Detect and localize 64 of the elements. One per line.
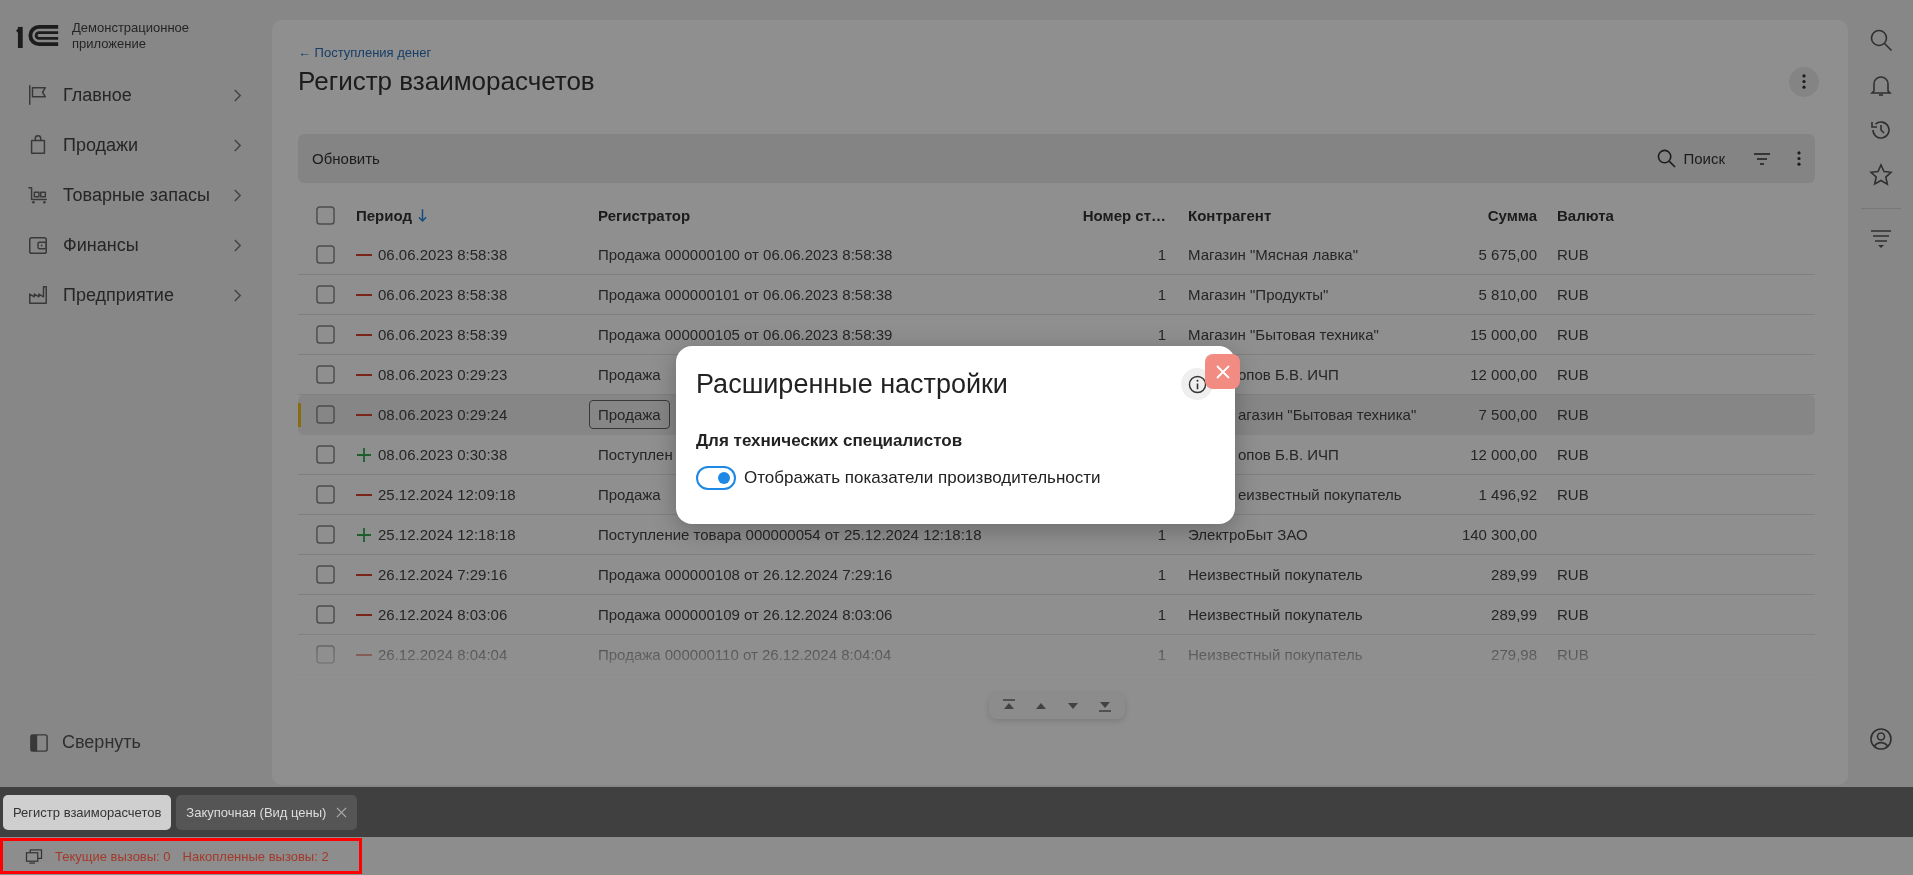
table-cell: опов Б.В. ИЧП <box>1238 446 1339 463</box>
table-cell: 5 810,00 <box>1478 286 1537 303</box>
table-cell: 06.06.2023 8:58:38 <box>378 246 508 263</box>
table-cell: еизвестный покупатель <box>1238 486 1402 503</box>
table-cell: 1 496,92 <box>1478 486 1537 503</box>
table-cell: 1 <box>1157 246 1166 263</box>
table-cell: Неизвестный покупатель <box>1188 606 1363 623</box>
table-cell: 279,98 <box>1491 646 1537 663</box>
table-cell: 12 000,00 <box>1470 446 1537 463</box>
table-cell: Продажа <box>598 366 661 383</box>
table-cell: 1 <box>1157 286 1166 303</box>
table-cell: ЭлектроБыт ЗАО <box>1188 526 1308 543</box>
section-heading: Для технических специалистов <box>696 431 964 451</box>
table-cell: RUB <box>1557 486 1589 503</box>
table-cell: 08.06.2023 0:29:24 <box>378 406 508 423</box>
table-cell: 15 000,00 <box>1470 326 1537 343</box>
table-cell: 06.06.2023 8:58:38 <box>378 286 508 303</box>
table-cell: 12 000,00 <box>1470 366 1537 383</box>
table-cell: 25.12.2024 12:18:18 <box>378 526 516 543</box>
table-cell: Продажа <box>589 400 670 429</box>
status-text: Накопленные вызовы: 2 <box>182 848 329 864</box>
table-cell: RUB <box>1557 366 1589 383</box>
table-cell: Магазин "Мясная лавка" <box>1188 246 1358 263</box>
table-cell: Магазин "Продукты" <box>1188 286 1329 303</box>
table-cell: Продажа <box>598 486 661 503</box>
table-cell: 26.12.2024 8:03:06 <box>378 606 508 623</box>
table-cell: RUB <box>1557 446 1589 463</box>
table-cell: RUB <box>1557 406 1589 423</box>
table-cell: 1 <box>1157 526 1166 543</box>
table-cell: RUB <box>1557 606 1589 623</box>
app-name: Демонстрационное приложение <box>72 20 191 52</box>
table-cell: RUB <box>1557 326 1589 343</box>
table-cell: Поступлен <box>598 446 673 463</box>
dialog-title: Расширенные настройки <box>696 368 1008 400</box>
table-cell: Поступление товара 000000054 от 25.12.2024 12:18:18 <box>598 526 982 543</box>
page-title: Регистр взаиморасчетов <box>298 66 595 97</box>
table-cell: 1 <box>1157 566 1166 583</box>
table-cell: 7 500,00 <box>1478 406 1537 423</box>
table-cell: 26.12.2024 7:29:16 <box>378 566 508 583</box>
table-cell: Продажа 000000109 от 26.12.2024 8:03:06 <box>598 606 893 623</box>
table-cell: 1 <box>1157 326 1166 343</box>
table-cell: Магазин "Бытовая техника" <box>1188 326 1379 343</box>
table-cell: 5 675,00 <box>1478 246 1537 263</box>
table-cell: Неизвестный покупатель <box>1188 566 1363 583</box>
table-cell: RUB <box>1557 286 1589 303</box>
table-cell: 289,99 <box>1491 566 1537 583</box>
table-cell: 26.12.2024 8:04:04 <box>378 646 508 663</box>
table-cell: Продажа 000000108 от 26.12.2024 7:29:16 <box>598 566 893 583</box>
table-cell: 289,99 <box>1491 606 1537 623</box>
table-cell: Продажа 000000101 от 06.06.2023 8:58:38 <box>598 286 893 303</box>
status-text: Текущие вызовы: 0 <box>55 848 171 864</box>
table-cell: 140 300,00 <box>1461 526 1537 543</box>
table-cell: RUB <box>1557 566 1589 583</box>
table-cell: 08.06.2023 0:29:23 <box>378 366 508 383</box>
table-cell: Продажа 000000100 от 06.06.2023 8:58:38 <box>598 246 893 263</box>
table-cell: RUB <box>1557 246 1589 263</box>
table-cell: 25.12.2024 12:09:18 <box>378 486 516 503</box>
table-cell: Продажа 000000105 от 06.06.2023 8:58:39 <box>598 326 893 343</box>
table-cell: 06.06.2023 8:58:39 <box>378 326 508 343</box>
table-cell: агазин "Бытовая техника" <box>1238 406 1417 423</box>
table-cell: 1 <box>1157 606 1166 623</box>
table-cell: RUB <box>1557 646 1589 663</box>
table-cell: 08.06.2023 0:30:38 <box>378 446 508 463</box>
toggle-label: Отображать показатели производительности <box>744 468 1101 488</box>
